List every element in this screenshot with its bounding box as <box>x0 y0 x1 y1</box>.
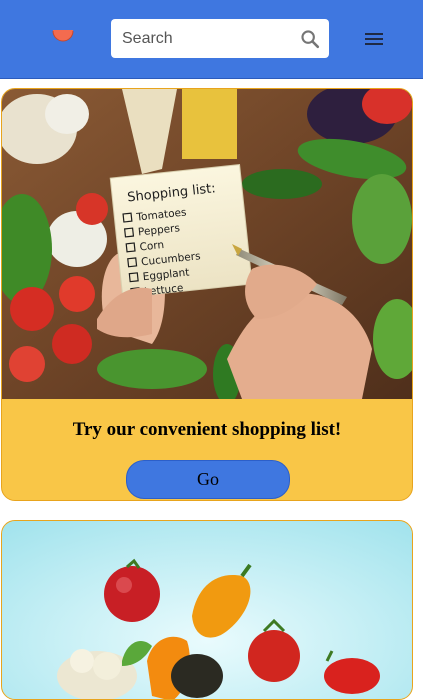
note-item: Corn <box>139 239 165 254</box>
card-title: Try our convenient shopping list! <box>72 419 342 440</box>
search-icon[interactable] <box>299 28 321 50</box>
vegetables-card <box>1 520 413 700</box>
shopping-list-photo: Shopping list: Tomatoes Peppers Corn Cuc… <box>2 89 412 399</box>
shopping-list-card: Shopping list: Tomatoes Peppers Corn Cuc… <box>1 88 413 501</box>
falling-vegetables-photo <box>2 521 412 699</box>
go-button[interactable]: Go <box>126 460 290 499</box>
app-header <box>0 0 423 79</box>
hamburger-menu-icon[interactable] <box>362 27 386 51</box>
search-input[interactable] <box>122 29 299 48</box>
search-bar <box>111 19 329 58</box>
tomato-logo-icon[interactable] <box>52 30 74 43</box>
